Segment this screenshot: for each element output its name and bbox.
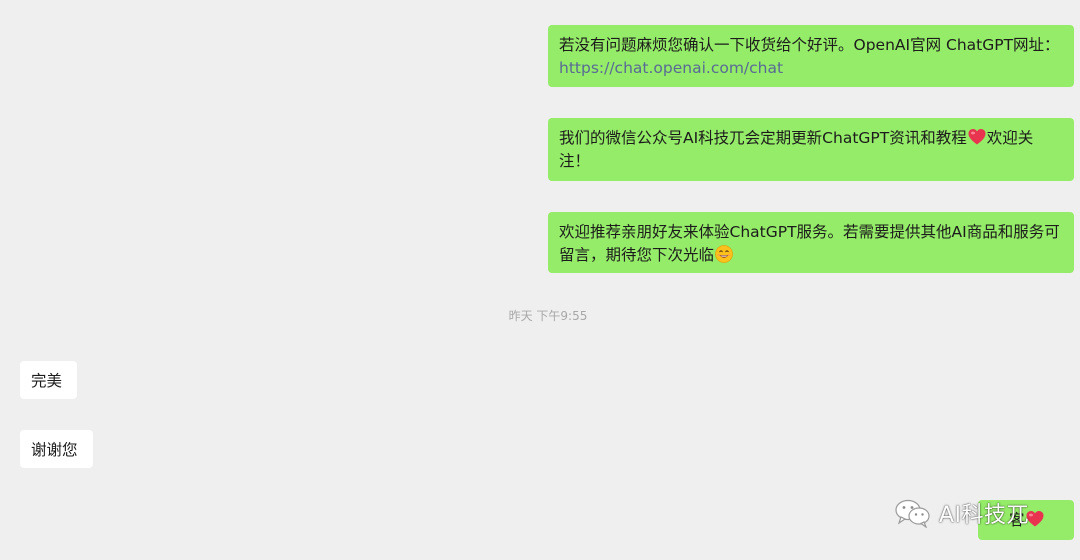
message-text: 欢迎推荐亲朋好友来体验ChatGPT服务。若需要提供其他AI商品和服务可留言，期…	[559, 223, 1060, 264]
message-text: 我们的微信公众号AI科技兀会定期更新ChatGPT资讯和教程	[559, 129, 967, 147]
message-timestamp: 昨天 下午9:55	[508, 309, 588, 323]
heart-emoji-icon	[1026, 511, 1044, 527]
message-text: 完美	[31, 372, 63, 390]
chat-area: 若没有问题麻烦您确认一下收货给个好评。OpenAI官网 ChatGPT网址： ht…	[0, 0, 1080, 560]
outgoing-message-bubble[interactable]: 欢迎推荐亲朋好友来体验ChatGPT服务。若需要提供其他AI商品和服务可留言，期…	[548, 212, 1074, 273]
incoming-message-bubble[interactable]: 完美	[20, 361, 77, 399]
chatgpt-link[interactable]: https://chat.openai.com/chat	[559, 59, 783, 77]
outgoing-message-bubble[interactable]: 客	[978, 500, 1074, 540]
incoming-message-bubble[interactable]: 谢谢您	[20, 430, 93, 468]
wechat-icon	[895, 499, 930, 528]
smiling-face-emoji-icon	[715, 245, 733, 263]
message-text: 若没有问题麻烦您确认一下收货给个好评。OpenAI官网 ChatGPT网址：	[559, 36, 1060, 54]
message-text: 谢谢您	[31, 441, 78, 459]
outgoing-message-bubble[interactable]: 若没有问题麻烦您确认一下收货给个好评。OpenAI官网 ChatGPT网址： ht…	[548, 25, 1074, 87]
message-text: 客	[1009, 511, 1025, 529]
outgoing-message-bubble[interactable]: 我们的微信公众号AI科技兀会定期更新ChatGPT资讯和教程 欢迎关注！	[548, 118, 1074, 181]
heart-emoji-icon	[968, 129, 986, 145]
